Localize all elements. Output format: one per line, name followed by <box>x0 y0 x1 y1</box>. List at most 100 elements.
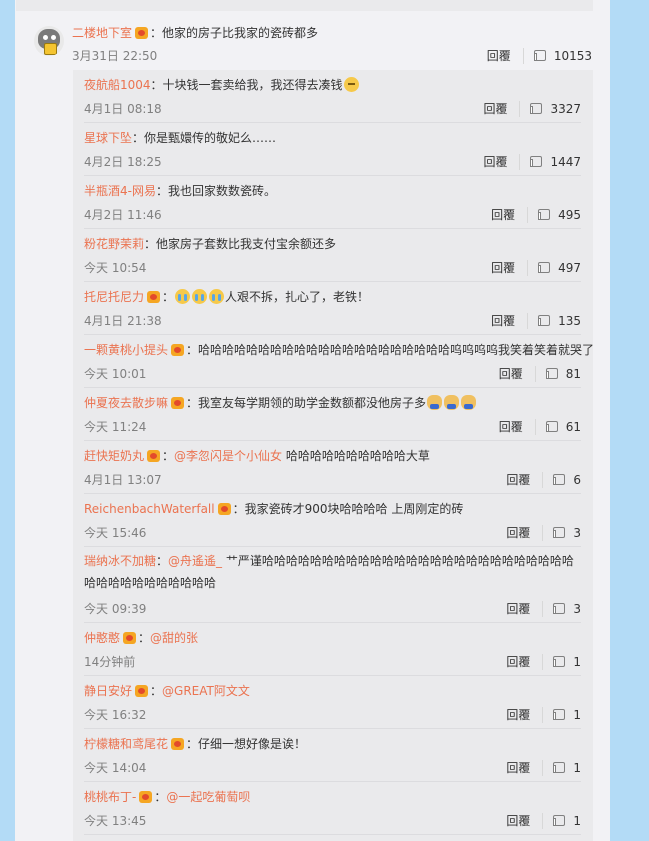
reply-username[interactable]: 粉花野茉莉 <box>84 237 144 251</box>
like-icon[interactable] <box>530 156 543 167</box>
mention-link[interactable]: @GREAT阿文文 <box>162 684 250 698</box>
like-count: 61 <box>565 420 581 434</box>
reply-text: ：哈哈哈哈哈哈哈哈哈哈哈哈哈哈哈哈哈哈哈哈哈呜呜呜呜我笑着笑着就哭了 <box>186 343 595 357</box>
avatar[interactable] <box>34 26 64 56</box>
reply-text: ：十块钱一套卖给我，我还得去凑钱 <box>150 78 343 92</box>
like-icon[interactable] <box>553 603 566 614</box>
reply-time: 今天 11:24 <box>84 420 147 434</box>
reply-button[interactable]: 回覆 <box>499 419 536 435</box>
mention-link[interactable]: @李忽闪是个小仙女 <box>174 449 282 463</box>
reply-button[interactable]: 回覆 <box>506 813 544 829</box>
reply-button[interactable]: 回覆 <box>506 472 544 488</box>
comment-actions: 回覆 10153 <box>487 48 592 64</box>
member-badge-icon <box>147 450 161 462</box>
reply-button[interactable]: 回覆 <box>506 525 544 541</box>
list-item: 托尼托尼力：人艰不拆，扎心了，老铁！ 4月1日 21:38 回覆 135 <box>84 282 581 335</box>
like-count: 3327 <box>550 102 581 116</box>
like-icon[interactable] <box>553 474 566 485</box>
reply-username[interactable]: 静日安好 <box>84 684 132 698</box>
reply-username[interactable]: ReichenbachWaterfall <box>84 502 215 516</box>
like-count: 1447 <box>550 155 581 169</box>
like-icon[interactable] <box>545 421 558 432</box>
list-item: 静日安好 ：@GREAT阿文文 今天 16:32 回覆 1 <box>84 676 581 729</box>
like-icon[interactable] <box>530 103 543 114</box>
like-icon[interactable] <box>553 709 566 720</box>
reply-button[interactable]: 回覆 <box>506 601 544 617</box>
like-icon[interactable] <box>553 762 566 773</box>
member-badge-icon <box>217 503 231 515</box>
reply-text: ：他家房子套数比我支付宝余额还多 <box>144 237 337 251</box>
reply-username[interactable]: 柠檬糖和鸢尾花 <box>84 737 168 751</box>
reply-text: 人艰不拆，扎心了，老铁！ <box>225 290 370 304</box>
avatar-cup <box>44 43 57 55</box>
cry-emoji-icon <box>175 289 191 304</box>
list-item: 仲憨憨 ：@甜的张 14分钟前 回覆 1 <box>84 623 581 676</box>
reply-time: 今天 10:01 <box>84 367 147 381</box>
member-badge-icon <box>123 632 137 644</box>
reply-button[interactable]: 回覆 <box>506 707 544 723</box>
reply-time: 今天 09:39 <box>84 602 147 616</box>
comment-username[interactable]: 二楼地下室 <box>72 26 132 40</box>
reply-time: 4月2日 18:25 <box>84 155 162 169</box>
reply-username[interactable]: 夜航船1004 <box>84 78 151 92</box>
cry-emoji-icon <box>192 289 208 304</box>
reply-button[interactable]: 回覆 <box>491 313 529 329</box>
reply-text: ：我室友每学期领的助学金数额都没他房子多 <box>186 396 427 410</box>
reply-text: ：我家瓷砖才900块哈哈哈哈 上周刚定的砖 <box>232 502 464 516</box>
reply-username[interactable]: 半瓶酒4-网易 <box>84 184 156 198</box>
like-count: 1 <box>573 708 581 722</box>
like-icon[interactable] <box>538 315 551 326</box>
like-count: 3 <box>573 526 581 540</box>
previous-comment-edge <box>16 0 593 11</box>
like-count: 81 <box>565 367 581 381</box>
main-comment: 二楼地下室 ：他家的房子比我家的瓷砖都多 3月31日 22:50 回覆 10153 <box>72 24 592 66</box>
like-count: 495 <box>558 208 581 222</box>
member-badge-icon <box>135 27 149 39</box>
reply-button[interactable]: 回覆 <box>491 260 529 276</box>
reply-time: 4月1日 13:07 <box>84 473 162 487</box>
like-icon[interactable] <box>553 527 566 538</box>
mention-link[interactable]: @甜的张 <box>150 631 198 645</box>
member-badge-icon <box>171 344 185 356</box>
reply-text: 艹严谨哈哈哈哈哈哈哈哈哈哈哈哈哈哈哈哈哈哈哈哈哈哈哈哈哈哈哈哈哈哈哈哈哈哈哈哈哈 <box>84 554 574 590</box>
reply-username[interactable]: 赶快矩奶丸 <box>84 449 144 463</box>
like-icon[interactable] <box>533 50 546 61</box>
reply-button[interactable]: 回覆 <box>487 48 524 64</box>
reply-text: ：你是甄嬛传的敬妃么…… <box>132 131 277 145</box>
member-badge-icon <box>135 685 149 697</box>
reply-username[interactable]: 桃桃布丁- <box>84 790 136 804</box>
reply-time: 今天 16:32 <box>84 708 147 722</box>
list-item: 星球下坠：你是甄嬛传的敬妃么…… 4月2日 18:25 回覆 1447 <box>84 123 581 176</box>
mention-link[interactable]: @一起吃葡萄呗 <box>166 790 250 804</box>
like-icon[interactable] <box>553 815 566 826</box>
reply-button[interactable]: 回覆 <box>506 654 544 670</box>
list-item: 瑞纳冰不加糖：@舟遙遙_ 艹严谨哈哈哈哈哈哈哈哈哈哈哈哈哈哈哈哈哈哈哈哈哈哈哈哈… <box>84 547 581 623</box>
reply-button[interactable]: 回覆 <box>499 366 536 382</box>
reply-button[interactable]: 回覆 <box>491 207 529 223</box>
reply-text: ：仔细一想好像是诶！ <box>186 737 307 751</box>
reply-time: 今天 15:46 <box>84 526 147 540</box>
like-count: 1 <box>573 761 581 775</box>
reply-button[interactable]: 回覆 <box>506 760 544 776</box>
reply-username[interactable]: 仲夏夜去散步嘛 <box>84 396 168 410</box>
reply-username[interactable]: 瑞纳冰不加糖 <box>84 554 156 568</box>
list-item: 夜航船1004：十块钱一套卖给我，我还得去凑钱 4月1日 08:18 回覆 332… <box>84 70 581 123</box>
reply-text: 哈哈哈哈哈哈哈哈哈哈大草 <box>282 449 430 463</box>
cry-emoji-icon <box>209 289 225 304</box>
reply-username[interactable]: 一颗黄桃小提头 <box>84 343 168 357</box>
reply-button[interactable]: 回覆 <box>483 154 521 170</box>
like-count: 497 <box>558 261 581 275</box>
reply-username[interactable]: 仲憨憨 <box>84 631 120 645</box>
like-icon[interactable] <box>545 368 558 379</box>
reply-username[interactable]: 星球下坠 <box>84 131 132 145</box>
like-count: 1 <box>573 814 581 828</box>
reply-button[interactable]: 回覆 <box>483 101 521 117</box>
like-icon[interactable] <box>553 656 566 667</box>
like-icon[interactable] <box>538 209 551 220</box>
avatar-eye <box>51 35 56 40</box>
mention-link[interactable]: @舟遙遙_ <box>168 554 222 568</box>
reply-username[interactable]: 托尼托尼力 <box>84 290 144 304</box>
like-icon[interactable] <box>538 262 551 273</box>
list-item: 仲夏夜去散步嘛 ：我室友每学期领的助学金数额都没他房子多 今天 11:24 回覆 6… <box>84 388 581 441</box>
reply-time: 14分钟前 <box>84 655 136 669</box>
